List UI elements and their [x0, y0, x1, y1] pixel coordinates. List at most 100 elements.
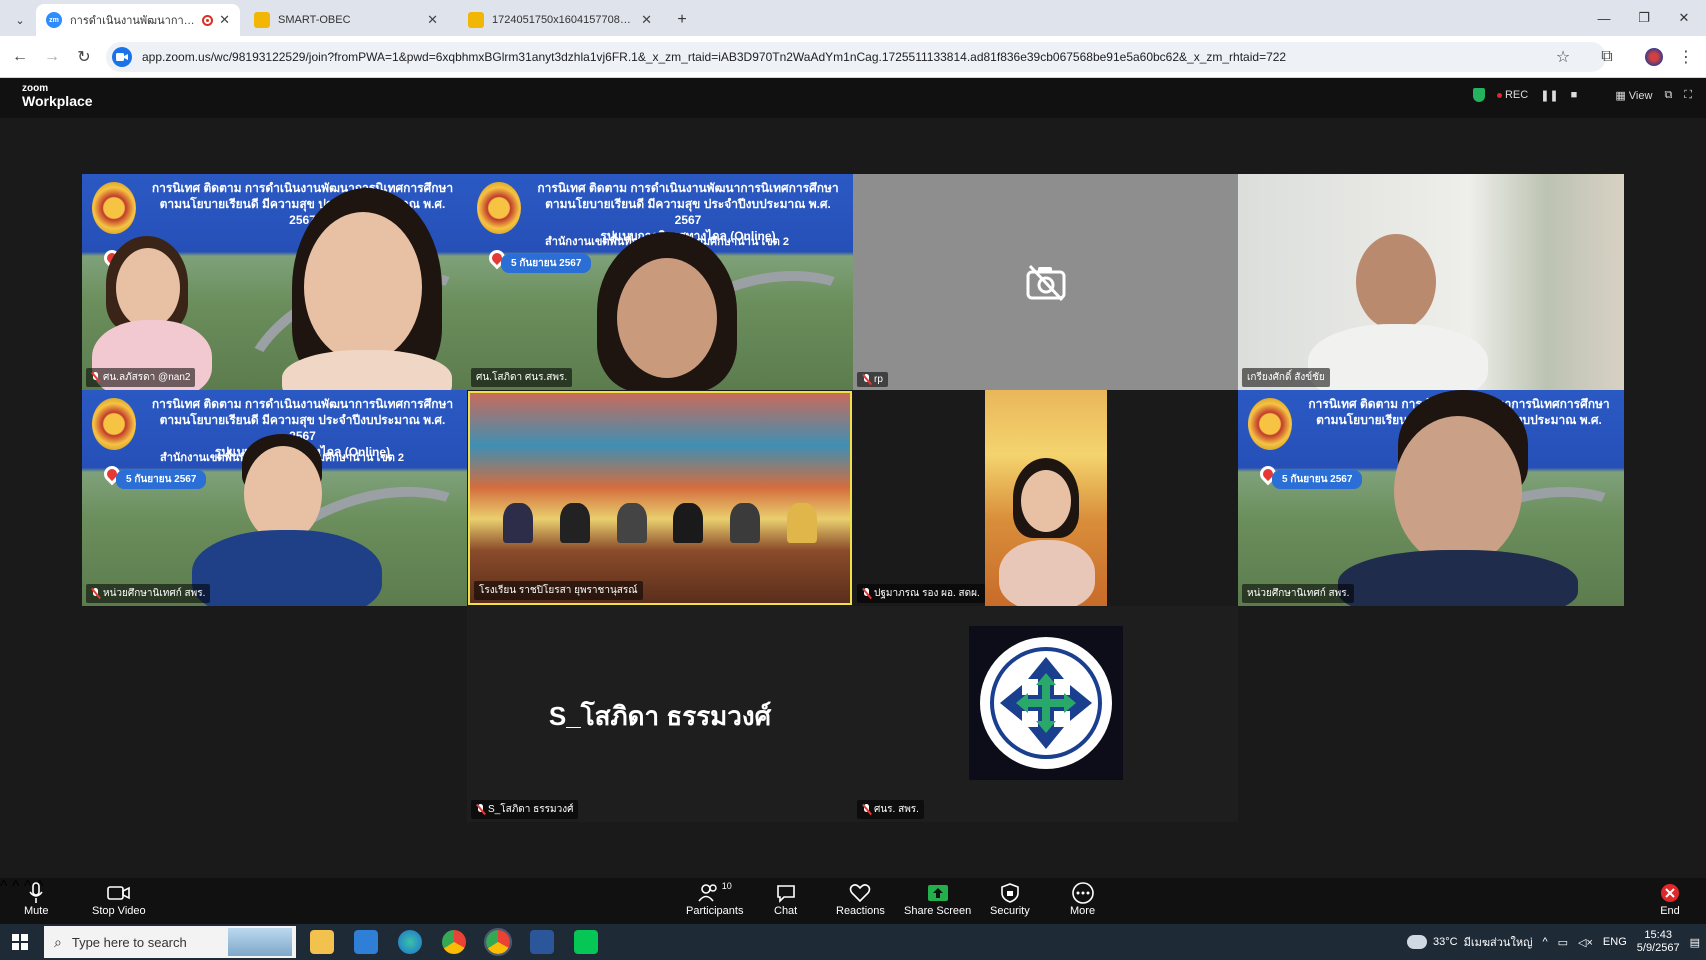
share-screen-label: Share Screen: [904, 905, 972, 917]
participant-name-label: โรงเรียน ราชปิโยรสา ยุพราชานุสรณ์: [474, 581, 643, 600]
mail-icon[interactable]: [354, 930, 378, 954]
close-window-button[interactable]: ✕: [1664, 0, 1704, 36]
participant-tile[interactable]: การนิเทศ ติดตาม การดำเนินงานพัฒนาการนิเท…: [82, 390, 467, 606]
stop-recording-icon[interactable]: ■: [1571, 89, 1578, 101]
new-tab-button[interactable]: +: [668, 4, 696, 36]
clock-date: 5/9/2567: [1636, 942, 1680, 954]
participant-tile[interactable]: การนิเทศ ติดตาม การดำเนินงานพัฒนาการนิเท…: [1238, 390, 1624, 606]
volume-muted-icon[interactable]: ◁×: [1578, 936, 1593, 949]
reactions-label: Reactions: [836, 905, 885, 917]
participant-name-label: S_โสภิดา ธรรมวงศ์: [471, 800, 579, 819]
profile-button[interactable]: [1642, 45, 1666, 69]
banner-line1: การนิเทศ ติดตาม การดำเนินงานพัฒนาการนิเท…: [537, 181, 839, 195]
minimize-button[interactable]: —: [1584, 0, 1624, 36]
mic-muted-icon: [91, 372, 100, 383]
site-info-icon[interactable]: [112, 47, 132, 67]
tab-search-button[interactable]: ⌄: [6, 4, 34, 36]
participant-name-label: หน่วยศึกษานิเทศก์ สพร.: [86, 584, 211, 603]
reload-icon: ↻: [77, 49, 91, 66]
participant-tile-active-speaker[interactable]: โรงเรียน ราชปิโยรสา ยุพราชานุสรณ์: [468, 391, 852, 605]
restore-button[interactable]: ❐: [1624, 0, 1664, 36]
stop-video-button[interactable]: Stop Video: [92, 881, 146, 917]
security-button[interactable]: Security: [990, 881, 1030, 917]
browser-toolbar: ← → ↻ app.zoom.us/wc/98193122529/join?fr…: [0, 36, 1706, 78]
line-app-icon[interactable]: [574, 930, 598, 954]
recording-status: REC: [1496, 89, 1528, 101]
tab-zoom-meeting[interactable]: zm การดำเนินงานพัฒนาการนิเทศ ✕: [36, 4, 240, 36]
network-icon[interactable]: ▭: [1558, 936, 1568, 949]
close-icon[interactable]: ✕: [427, 12, 438, 28]
puzzle-icon: ⧉: [1601, 48, 1613, 65]
obec-emblem: [1248, 398, 1292, 450]
start-button[interactable]: [12, 934, 28, 955]
obec-emblem: [92, 182, 136, 234]
banner-line1: การนิเทศ ติดตาม การดำเนินงานพัฒนาการนิเท…: [151, 181, 454, 195]
back-button[interactable]: ←: [8, 45, 32, 69]
participant-name: โรงเรียน ราชปิโยรสา ยุพราชานุสรณ์: [479, 585, 638, 596]
logo-emblem-icon: [980, 637, 1112, 769]
edge-browser-icon[interactable]: [398, 930, 422, 954]
reactions-button[interactable]: Reactions: [836, 881, 885, 917]
input-language[interactable]: ENG: [1603, 936, 1627, 948]
participant-name-label: rp: [857, 372, 888, 387]
pip-icon[interactable]: ⧉: [1664, 89, 1672, 102]
pause-recording-icon[interactable]: ❚❚: [1540, 89, 1558, 102]
security-label: Security: [990, 905, 1030, 917]
participant-tile[interactable]: rp: [853, 174, 1238, 390]
person-face: [244, 446, 322, 542]
mic-muted-icon: [91, 588, 100, 599]
share-screen-button[interactable]: Share Screen: [904, 881, 971, 917]
participant-tile[interactable]: การนิเทศ ติดตาม การดำเนินงานพัฒนาการนิเท…: [467, 174, 853, 390]
camera-off-icon: [1026, 264, 1065, 302]
participant-name-label: หน่วยศึกษานิเทศก์ สพร.: [1242, 584, 1355, 603]
caret-up-icon[interactable]: ^: [0, 878, 8, 895]
participant-name: หน่วยศึกษานิเทศก์ สพร.: [1247, 588, 1350, 599]
end-meeting-button[interactable]: End: [1660, 881, 1680, 917]
taskbar-search-box[interactable]: ⌕ Type here to search: [44, 926, 296, 958]
microphone-icon: [28, 881, 44, 905]
participants-button[interactable]: 10 Participants: [686, 881, 743, 917]
participant-name-label: เกรียงศักดิ์ สังข์ชัย: [1242, 368, 1330, 387]
participant-name-label: ศน.ลภัสรดา @nan2: [86, 368, 196, 387]
word-icon[interactable]: [530, 930, 554, 954]
forward-button[interactable]: →: [40, 45, 64, 69]
mic-muted-icon: [862, 374, 871, 385]
participant-tile[interactable]: การนิเทศ ติดตาม การดำเนินงานพัฒนาการนิเท…: [82, 174, 467, 390]
address-bar[interactable]: app.zoom.us/wc/98193122529/join?fromPWA=…: [106, 42, 1606, 72]
fullscreen-icon[interactable]: ⛶: [1684, 89, 1692, 102]
chrome-icon[interactable]: [442, 930, 466, 954]
caret-up-icon[interactable]: ^: [12, 878, 20, 895]
close-icon[interactable]: ✕: [219, 12, 230, 28]
tab-pdf[interactable]: 1724051750x1604157708_2.pdf ✕: [458, 4, 662, 36]
chrome-active-icon[interactable]: [484, 928, 512, 956]
extensions-button[interactable]: ⧉: [1595, 45, 1619, 69]
mute-label: Mute: [24, 905, 49, 917]
participant-tile[interactable]: S_โสภิดา ธรรมวงศ์ S_โสภิดา ธรรมวงศ์: [467, 606, 853, 822]
participant-tile[interactable]: เกรียงศักดิ์ สังข์ชัย: [1238, 174, 1624, 390]
view-button[interactable]: ▦ View: [1615, 89, 1652, 102]
video-camera-icon: [107, 881, 131, 905]
menu-button[interactable]: ⋮: [1674, 45, 1698, 69]
file-explorer-icon[interactable]: [310, 930, 334, 954]
weather-widget[interactable]: 33°C มีเมฆส่วนใหญ่: [1407, 933, 1532, 951]
reload-button[interactable]: ↻: [72, 45, 96, 69]
participant-tile[interactable]: ปฐมาภรณ รอง ผอ. สดผ.: [853, 390, 1238, 606]
chat-button[interactable]: Chat: [774, 881, 797, 917]
bookmark-button[interactable]: ☆: [1551, 45, 1575, 69]
mic-muted-icon: [862, 588, 871, 599]
grid-icon: ▦: [1615, 89, 1626, 102]
notifications-icon[interactable]: ▤: [1690, 936, 1700, 949]
encryption-shield-icon[interactable]: [1472, 88, 1485, 102]
clock[interactable]: 15:43 5/9/2567: [1637, 929, 1680, 955]
participant-name: rp: [874, 374, 883, 385]
temperature: 33°C: [1433, 936, 1458, 948]
avatar: [1645, 48, 1663, 66]
close-icon[interactable]: ✕: [641, 12, 652, 28]
chevron-up-icon[interactable]: ^: [1542, 936, 1547, 948]
tab-smart-obec[interactable]: SMART-OBEC ✕: [244, 4, 448, 36]
participants-icon: 10: [698, 881, 732, 905]
mute-button[interactable]: Mute: [24, 881, 48, 917]
rec-dot-icon: [1496, 93, 1502, 98]
more-button[interactable]: More: [1070, 881, 1095, 917]
participant-tile[interactable]: ศนร. สพร.: [853, 606, 1238, 822]
